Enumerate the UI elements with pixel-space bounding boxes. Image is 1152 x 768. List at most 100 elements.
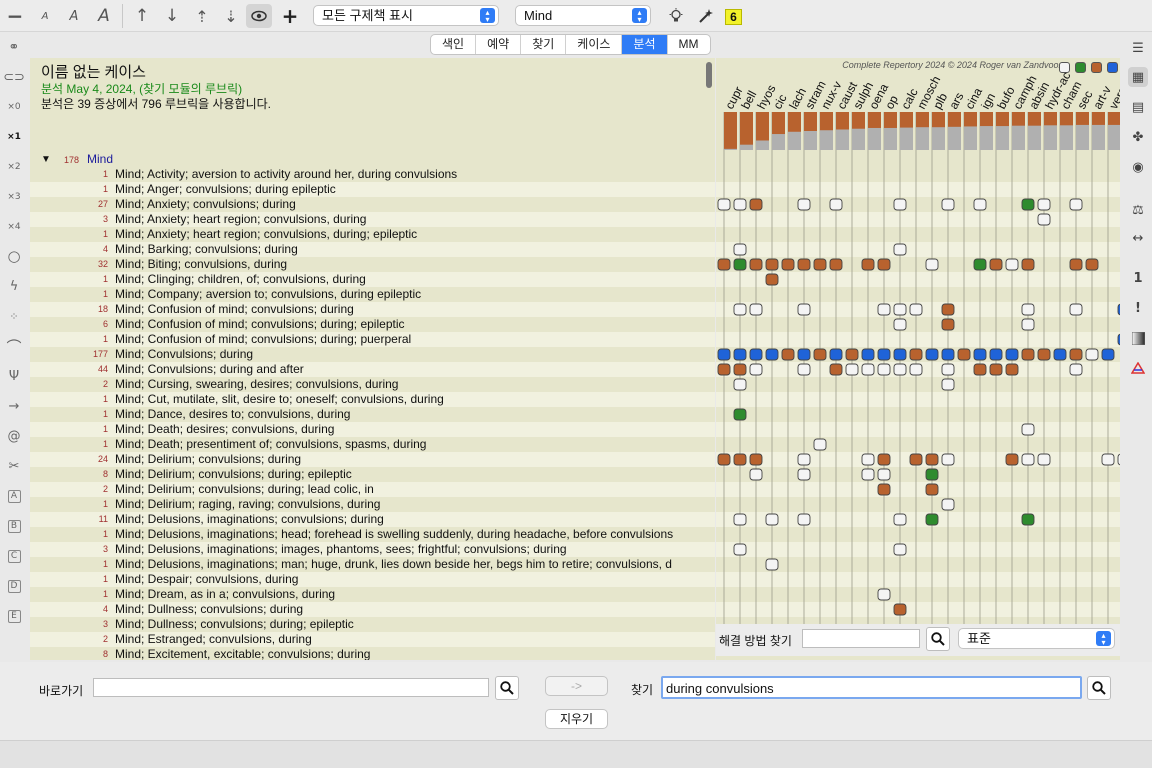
rubric-row[interactable]: 1 Mind; Delirium; raging, raving; convuls… — [30, 497, 715, 512]
grade-cell[interactable] — [765, 273, 779, 286]
arrow-down-icon[interactable]: ↓ — [159, 4, 185, 28]
grade-cell[interactable] — [749, 363, 763, 376]
rubric-row[interactable]: 4 Mind; Dullness; convulsions; during — [30, 602, 715, 617]
grade-cell[interactable] — [893, 318, 907, 331]
grade-cell[interactable] — [829, 348, 843, 361]
tab-0[interactable]: 색인 — [431, 35, 477, 54]
grade-cell[interactable] — [733, 348, 747, 361]
rubric-row[interactable]: 1 Mind; Delusions, imaginations; head; fo… — [30, 527, 715, 542]
unlink-icon[interactable]: ⊂⊃ — [3, 67, 25, 87]
grade-cell[interactable] — [909, 363, 923, 376]
rubric-row[interactable]: 8 Mind; Delirium; convulsions; during; ep… — [30, 467, 715, 482]
rubric-row[interactable]: 32 Mind; Biting; convulsions, during — [30, 257, 715, 272]
rubric-row[interactable]: 1 Mind; Activity; aversion to activity ar… — [30, 167, 715, 182]
weight-0-icon[interactable]: ×0 — [4, 97, 24, 117]
grade-cell[interactable] — [733, 258, 747, 271]
grade-cell[interactable] — [733, 363, 747, 376]
rubric-row[interactable]: 3 Mind; Delusions, imaginations; images, … — [30, 542, 715, 557]
grade-cell[interactable] — [925, 513, 939, 526]
rubric-row[interactable]: 2 Mind; Delirium; convulsions; during; le… — [30, 482, 715, 497]
grade-cell[interactable] — [1085, 348, 1099, 361]
chart-icon[interactable] — [1128, 358, 1148, 378]
grade-cell[interactable] — [765, 558, 779, 571]
vertical-scrollbar[interactable] — [706, 62, 712, 88]
gradient-icon[interactable] — [1128, 328, 1148, 348]
group-e-icon[interactable]: E — [4, 606, 24, 626]
tab-3[interactable]: 케이스 — [566, 35, 623, 54]
grade-cell[interactable] — [893, 543, 907, 556]
grade-cell[interactable] — [877, 348, 891, 361]
exclamation-icon[interactable]: ! — [1128, 298, 1148, 318]
grade-cell[interactable] — [797, 303, 811, 316]
grade-cell[interactable] — [797, 513, 811, 526]
grade-cell[interactable] — [717, 363, 731, 376]
add-icon[interactable]: + — [277, 4, 303, 28]
grade-cell[interactable] — [797, 468, 811, 481]
grade-cell[interactable] — [861, 258, 875, 271]
grade-cell[interactable] — [749, 198, 763, 211]
arrow-up-icon[interactable]: ↑ — [129, 4, 155, 28]
grade-cell[interactable] — [797, 198, 811, 211]
eye-view-icon[interactable]: ◉ — [1128, 157, 1148, 177]
grade-cell[interactable] — [989, 258, 1003, 271]
grade-cell[interactable] — [941, 348, 955, 361]
grade-cell[interactable] — [877, 483, 891, 496]
grade-cell[interactable] — [733, 453, 747, 466]
grade-cell[interactable] — [989, 348, 1003, 361]
group-b-icon[interactable]: B — [4, 516, 24, 536]
grade-cell[interactable] — [1117, 303, 1120, 316]
grade-cell[interactable] — [1021, 318, 1035, 331]
grade-cell[interactable] — [1021, 303, 1035, 316]
grade-cell[interactable] — [877, 453, 891, 466]
grade-cell[interactable] — [845, 348, 859, 361]
grade-cell[interactable] — [941, 378, 955, 391]
grade-cell[interactable] — [893, 513, 907, 526]
rubric-row[interactable]: 2 Mind; Cursing, swearing, desires; convu… — [30, 377, 715, 392]
grade-cell[interactable] — [1069, 303, 1083, 316]
rubric-row[interactable]: 18 Mind; Confusion of mind; convulsions; … — [30, 302, 715, 317]
arrow-right-icon[interactable]: → — [4, 396, 24, 416]
grade-cell[interactable] — [973, 258, 987, 271]
rubric-row[interactable]: 44 Mind; Convulsions; during and after — [30, 362, 715, 377]
rubric-row[interactable]: 4 Mind; Barking; convulsions; during — [30, 242, 715, 257]
grade-cell[interactable] — [829, 198, 843, 211]
rubric-row[interactable]: 177 Mind; Convulsions; during — [30, 347, 715, 362]
rubric-row[interactable]: 3 Mind; Dullness; convulsions; during; ep… — [30, 617, 715, 632]
spiral-icon[interactable]: @ — [4, 426, 24, 446]
grade-cell[interactable] — [1101, 453, 1115, 466]
grade-cell[interactable] — [989, 363, 1003, 376]
rubric-row[interactable]: 1 Mind; Death; presentiment of; convulsio… — [30, 437, 715, 452]
grade-cell[interactable] — [893, 603, 907, 616]
grade-cell[interactable] — [1117, 453, 1120, 466]
remove-icon[interactable]: − — [2, 4, 28, 28]
grade-cell[interactable] — [1037, 198, 1051, 211]
grade-cell[interactable] — [781, 258, 795, 271]
lightbulb-icon[interactable] — [663, 4, 689, 28]
grade-cell[interactable] — [1021, 348, 1035, 361]
grade-cell[interactable] — [973, 348, 987, 361]
arc-icon[interactable]: ⌒ — [4, 336, 24, 356]
grade-cell[interactable] — [877, 363, 891, 376]
group-d-icon[interactable]: D — [4, 576, 24, 596]
grade-cell[interactable] — [733, 513, 747, 526]
grade-cell[interactable] — [1005, 453, 1019, 466]
grade-cell[interactable] — [765, 258, 779, 271]
grade-cell[interactable] — [909, 303, 923, 316]
one-icon[interactable]: 1 — [1128, 268, 1148, 288]
rubric-row[interactable]: 3 Mind; Anxiety; heart region; convulsion… — [30, 212, 715, 227]
grade-cell[interactable] — [941, 363, 955, 376]
rubric-row[interactable]: 1 Mind; Despair; convulsions, during — [30, 572, 715, 587]
dots-icon[interactable]: ⁘ — [4, 306, 24, 326]
list-view-icon[interactable]: ☰ — [1128, 38, 1148, 58]
grade-cell[interactable] — [1117, 333, 1120, 346]
grade-cell[interactable] — [861, 348, 875, 361]
grade-cell[interactable] — [941, 303, 955, 316]
grade-cell[interactable] — [781, 348, 795, 361]
grade-cell[interactable] — [1005, 363, 1019, 376]
grade-cell[interactable] — [749, 303, 763, 316]
grade-cell[interactable] — [941, 198, 955, 211]
rubric-row[interactable]: 1 Mind; Death; desires; convulsions, duri… — [30, 422, 715, 437]
rubric-row[interactable]: 1 Mind; Dance, desires to; convulsions, d… — [30, 407, 715, 422]
font-larger-icon[interactable]: A — [91, 4, 117, 28]
grade-cell[interactable] — [861, 363, 875, 376]
